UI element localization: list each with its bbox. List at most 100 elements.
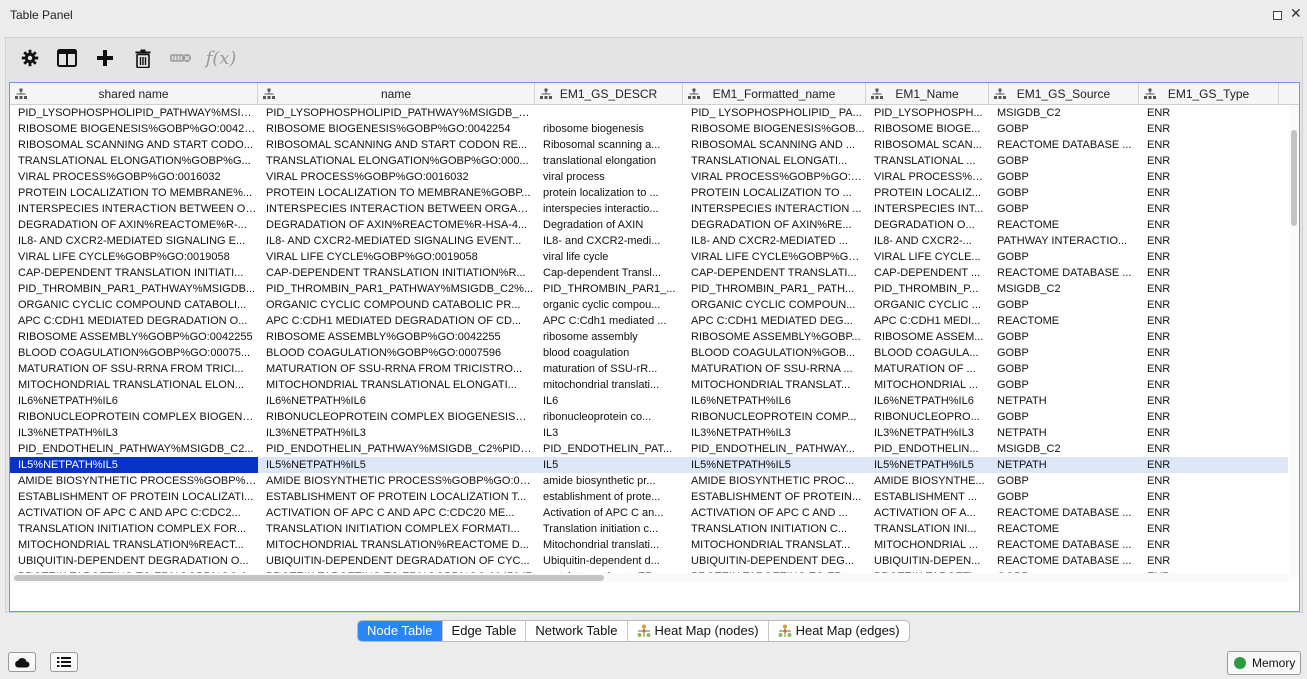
table-cell[interactable]: REACTOME	[989, 217, 1139, 233]
table-row[interactable]: VIRAL PROCESS%GOBP%GO:0016032 VIRAL PROCE…	[10, 169, 1288, 185]
table-cell[interactable]: IL6%NETPATH%IL6	[258, 393, 535, 409]
table-cell[interactable]: PID_THROMBIN_P...	[866, 281, 989, 297]
task-list-button[interactable]	[50, 652, 78, 672]
table-cell[interactable]: NETPATH	[989, 393, 1139, 409]
table-cell[interactable]: Ubiquitin-dependent d...	[535, 553, 683, 569]
table-cell[interactable]: AMIDE BIOSYNTHETIC PROC...	[683, 473, 866, 489]
table-cell[interactable]: PID_LYSOPHOSPHOLIPID_PATHWAY%MSIGDB_C...	[258, 105, 535, 121]
table-cell[interactable]: MITOCHONDRIAL TRANSLAT...	[683, 377, 866, 393]
column-header[interactable]: EM1_GS_Type	[1139, 83, 1279, 105]
column-header[interactable]: name	[258, 83, 535, 105]
table-cell[interactable]: GOBP	[989, 361, 1139, 377]
table-cell[interactable]: CAP-DEPENDENT TRANSLATI...	[683, 265, 866, 281]
table-cell[interactable]: IL6%NETPATH%IL6	[10, 393, 258, 409]
table-cell[interactable]: GOBP	[989, 489, 1139, 505]
table-row[interactable]: VIRAL LIFE CYCLE%GOBP%GO:0019058 VIRAL LI…	[10, 249, 1288, 265]
table-cell[interactable]: RIBOSOME ASSEMBLY%GOBP%GO:0042255	[10, 329, 258, 345]
table-cell[interactable]: PATHWAY INTERACTIO...	[989, 233, 1139, 249]
table-cell[interactable]: GOBP	[989, 329, 1139, 345]
table-cell[interactable]: AMIDE BIOSYNTHE...	[866, 473, 989, 489]
table-cell[interactable]: protein localization to ...	[535, 185, 683, 201]
column-header[interactable]: EM1_GS_Source	[989, 83, 1139, 105]
table-cell[interactable]: TRANSLATIONAL ELONGATI...	[683, 153, 866, 169]
table-cell[interactable]: ENR	[1139, 457, 1279, 473]
table-cell[interactable]: ENR	[1139, 121, 1279, 137]
table-cell[interactable]: REACTOME DATABASE ...	[989, 265, 1139, 281]
table-row[interactable]: APC C:CDH1 MEDIATED DEGRADATION O... APC …	[10, 313, 1288, 329]
table-cell[interactable]: TRANSLATIONAL ELONGATION%GOBP%GO:000...	[258, 153, 535, 169]
table-cell[interactable]: PID_ENDOTHELIN_PAT...	[535, 441, 683, 457]
table-cell[interactable]: GOBP	[989, 185, 1139, 201]
horizontal-scroll-thumb[interactable]	[14, 575, 604, 581]
table-cell[interactable]: MITOCHONDRIAL ...	[866, 377, 989, 393]
table-cell[interactable]: REACTOME	[989, 313, 1139, 329]
table-cell[interactable]: IL3	[535, 425, 683, 441]
table-cell[interactable]: GOBP	[989, 377, 1139, 393]
table-cell[interactable]: PID_ENDOTHELIN_ PATHWAY...	[683, 441, 866, 457]
table-cell[interactable]: BLOOD COAGULATION%GOBP%GO:00075...	[10, 345, 258, 361]
table-row[interactable]: IL8- AND CXCR2-MEDIATED SIGNALING E... IL…	[10, 233, 1288, 249]
table-cell[interactable]: IL5%NETPATH%IL5	[10, 457, 258, 473]
column-header[interactable]: EM1_Formatted_name	[683, 83, 866, 105]
table-cell[interactable]: ESTABLISHMENT OF PROTEIN...	[683, 489, 866, 505]
table-cell[interactable]: MITOCHONDRIAL TRANSLAT...	[683, 537, 866, 553]
vertical-scrollbar[interactable]	[1289, 105, 1299, 577]
table-cell[interactable]: DEGRADATION OF AXIN%RE...	[683, 217, 866, 233]
table-cell[interactable]: IL6%NETPATH%IL6	[866, 393, 989, 409]
table-cell[interactable]: PROTEIN LOCALIZATION TO MEMBRANE%...	[10, 185, 258, 201]
table-cell[interactable]: organic cyclic compou...	[535, 297, 683, 313]
table-cell[interactable]: APC C:CDH1 MEDI...	[866, 313, 989, 329]
table-cell[interactable]: UBIQUITIN-DEPENDENT DEG...	[683, 553, 866, 569]
table-cell[interactable]: ENR	[1139, 185, 1279, 201]
table-cell[interactable]: ENR	[1139, 473, 1279, 489]
table-cell[interactable]: ENR	[1139, 313, 1279, 329]
table-cell[interactable]: RIBOSOME BIOGENESIS%GOBP%GO:00422...	[10, 121, 258, 137]
table-row[interactable]: CAP-DEPENDENT TRANSLATION INITIATI... CAP…	[10, 265, 1288, 281]
vertical-scroll-thumb[interactable]	[1291, 130, 1297, 226]
table-cell[interactable]: IL3%NETPATH%IL3	[10, 425, 258, 441]
table-cell[interactable]: MATURATION OF SSU-RRNA FROM TRICISTRO...	[258, 361, 535, 377]
column-header[interactable]: EM1_Name	[866, 83, 989, 105]
table-cell[interactable]: ENR	[1139, 441, 1279, 457]
table-cell[interactable]: IL5%NETPATH%IL5	[258, 457, 535, 473]
table-cell[interactable]: ENR	[1139, 409, 1279, 425]
table-cell[interactable]: ENR	[1139, 521, 1279, 537]
table-row[interactable]: ORGANIC CYCLIC COMPOUND CATABOLI... ORGAN…	[10, 297, 1288, 313]
table-cell[interactable]: VIRAL PROCESS%GOBP%GO:0016032	[258, 169, 535, 185]
tab-heat-map-nodes[interactable]: Heat Map (nodes)	[628, 621, 769, 641]
table-cell[interactable]: INTERSPECIES INTERACTION ...	[683, 201, 866, 217]
table-row[interactable]: MITOCHONDRIAL TRANSLATIONAL ELON... MITOC…	[10, 377, 1288, 393]
table-row[interactable]: UBIQUITIN-DEPENDENT DEGRADATION O... UBIQ…	[10, 553, 1288, 569]
table-cell[interactable]: APC C:CDH1 MEDIATED DEGRADATION OF CD...	[258, 313, 535, 329]
table-cell[interactable]: VIRAL LIFE CYCLE%GOBP%GO...	[683, 249, 866, 265]
table-cell[interactable]: ribosome assembly	[535, 329, 683, 345]
table-cell[interactable]: establishment of prote...	[535, 489, 683, 505]
table-cell[interactable]: ENR	[1139, 329, 1279, 345]
table-cell[interactable]: ACTIVATION OF APC C AND APC C:CDC20 ME..…	[258, 505, 535, 521]
table-cell[interactable]: ENR	[1139, 345, 1279, 361]
table-cell[interactable]: ENR	[1139, 377, 1279, 393]
table-row[interactable]: IL6%NETPATH%IL6 IL6%NETPATH%IL6 IL6 IL6%NET…	[10, 393, 1288, 409]
table-row[interactable]: RIBOSOME ASSEMBLY%GOBP%GO:0042255 RIBOSOM…	[10, 329, 1288, 345]
table-cell[interactable]: Translation initiation c...	[535, 521, 683, 537]
table-cell[interactable]: TRANSLATIONAL ELONGATION%GOBP%G...	[10, 153, 258, 169]
function-builder-button[interactable]: f(x)	[203, 44, 239, 72]
table-cell[interactable]: mitochondrial translati...	[535, 377, 683, 393]
table-row[interactable]: MITOCHONDRIAL TRANSLATION%REACT... MITOCH…	[10, 537, 1288, 553]
table-cell[interactable]: ENR	[1139, 537, 1279, 553]
table-cell[interactable]: REACTOME DATABASE ...	[989, 137, 1139, 153]
table-cell[interactable]: ENR	[1139, 361, 1279, 377]
table-row[interactable]: IL5%NETPATH%IL5 IL5%NETPATH%IL5 IL5 IL5%NET…	[10, 457, 1288, 473]
table-cell[interactable]: RIBONUCLEOPRO...	[866, 409, 989, 425]
table-cell[interactable]: ENR	[1139, 505, 1279, 521]
table-cell[interactable]: REACTOME DATABASE ...	[989, 505, 1139, 521]
table-cell[interactable]: RIBOSOME ASSEMBLY%GOBP%GO:0042255	[258, 329, 535, 345]
table-row[interactable]: TRANSLATIONAL ELONGATION%GOBP%G... TRANSL…	[10, 153, 1288, 169]
table-row[interactable]: IL3%NETPATH%IL3 IL3%NETPATH%IL3 IL3 IL3%NET…	[10, 425, 1288, 441]
table-cell[interactable]: MITOCHONDRIAL TRANSLATION%REACT...	[10, 537, 258, 553]
table-cell[interactable]: VIRAL PROCESS%GOBP%GO:0016032	[10, 169, 258, 185]
table-cell[interactable]: GOBP	[989, 409, 1139, 425]
table-row[interactable]: PROTEIN LOCALIZATION TO MEMBRANE%... PROT…	[10, 185, 1288, 201]
table-cell[interactable]: ENR	[1139, 425, 1279, 441]
table-cell[interactable]: RIBOSOMAL SCAN...	[866, 137, 989, 153]
